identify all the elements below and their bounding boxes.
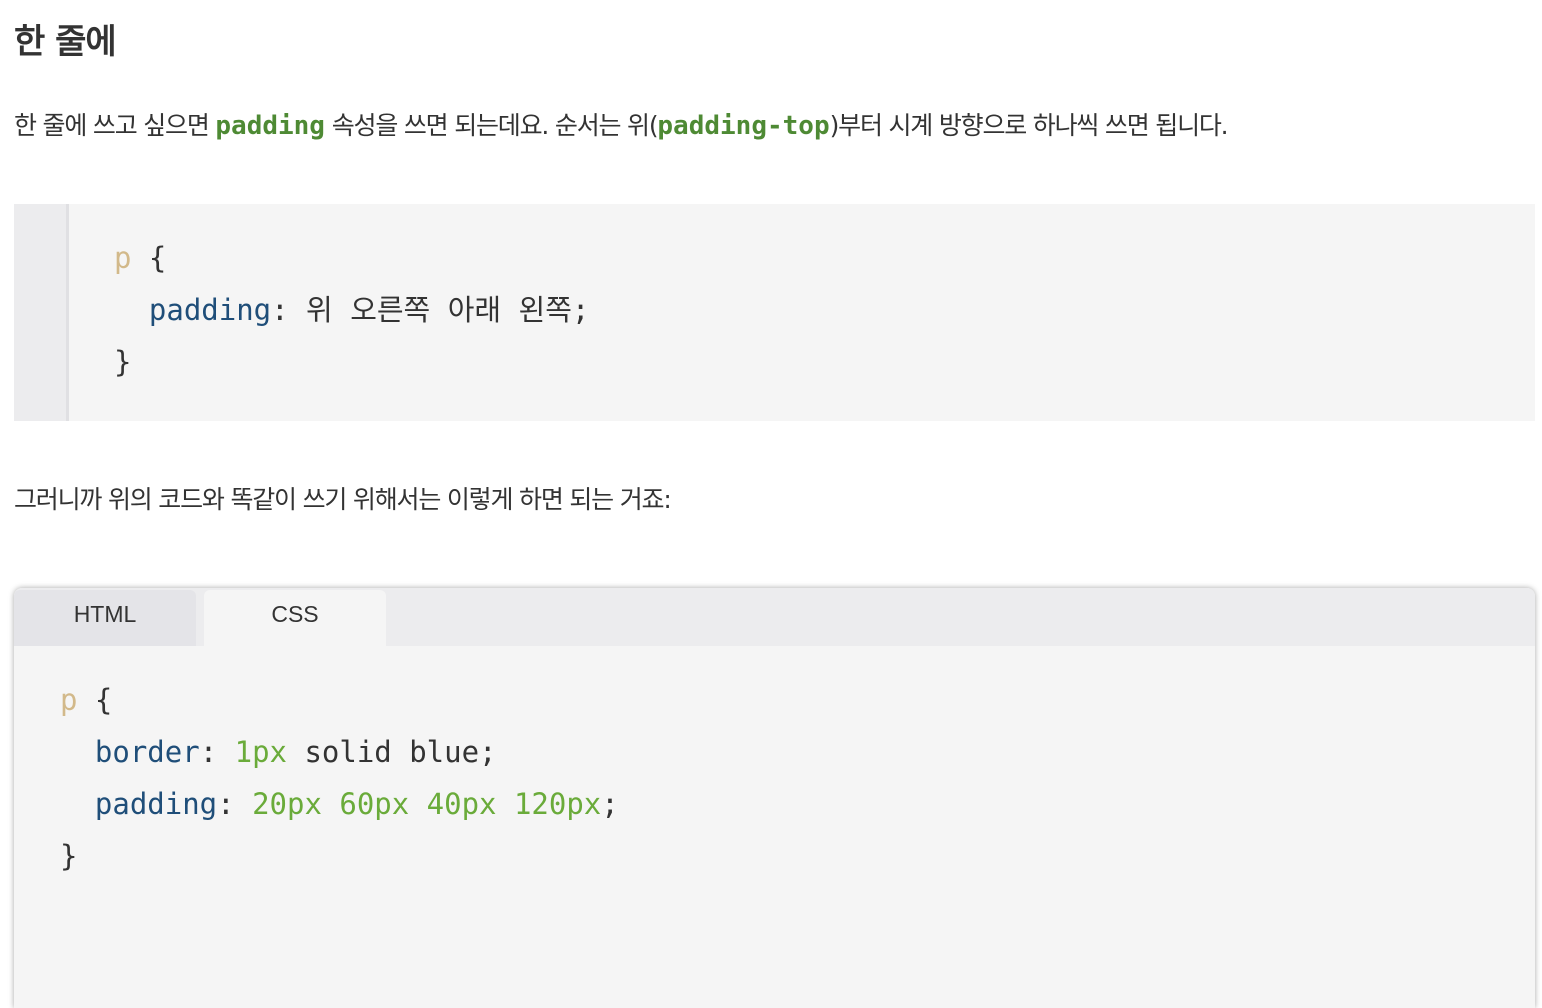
- code-property: padding: [148, 293, 272, 327]
- css-padding-values: 20px 60px 40px 120px: [252, 787, 602, 821]
- syntax-code[interactable]: p { padding: 위 오른쪽 아래 왼쪽; }: [114, 232, 589, 388]
- code-tab-panel: HTML CSS p { border: 1px solid blue; pad…: [14, 588, 1535, 1008]
- css-close-brace: }: [60, 839, 78, 873]
- para-text-before: 한 줄에 쓰고 싶으면: [14, 111, 216, 140]
- tab-html[interactable]: HTML: [14, 590, 196, 646]
- para-text-after: )부터 시계 방향으로 하나씩 쓰면 됩니다.: [829, 111, 1229, 140]
- css-open-brace: {: [77, 683, 113, 717]
- para-text-middle: 속성을 쓰면 되는데요. 순서는 위(: [324, 111, 659, 140]
- equivalent-code-paragraph: 그러니까 위의 코드와 똑같이 쓰기 위해서는 이렇게 하면 되는 거죠:: [14, 485, 672, 514]
- code-gutter: [14, 204, 69, 421]
- code-selector: p: [114, 241, 132, 275]
- code-open-brace: {: [131, 241, 167, 275]
- syntax-code-block: p { padding: 위 오른쪽 아래 왼쪽; }: [14, 204, 1535, 421]
- tab-bar: HTML CSS: [14, 588, 1535, 646]
- inline-code-padding: padding: [215, 111, 325, 141]
- inline-code-padding-top: padding-top: [657, 111, 830, 141]
- code-close-brace: }: [114, 345, 132, 379]
- css-colon: :: [199, 735, 235, 769]
- css-code[interactable]: p { border: 1px solid blue; padding: 20p…: [60, 674, 619, 882]
- css-property-padding: padding: [94, 787, 218, 821]
- css-selector: p: [60, 683, 78, 717]
- tab-css[interactable]: CSS: [204, 590, 386, 646]
- css-border-rest: solid blue;: [287, 735, 497, 769]
- section-heading: 한 줄에: [14, 22, 117, 62]
- padding-shorthand-paragraph: 한 줄에 쓰고 싶으면 padding 속성을 쓰면 되는데요. 순서는 위(p…: [14, 106, 1229, 142]
- css-colon: :: [217, 787, 253, 821]
- css-property-border: border: [94, 735, 200, 769]
- css-border-width: 1px: [234, 735, 287, 769]
- css-semicolon: ;: [601, 787, 619, 821]
- code-value: : 위 오른쪽 아래 왼쪽;: [271, 293, 590, 327]
